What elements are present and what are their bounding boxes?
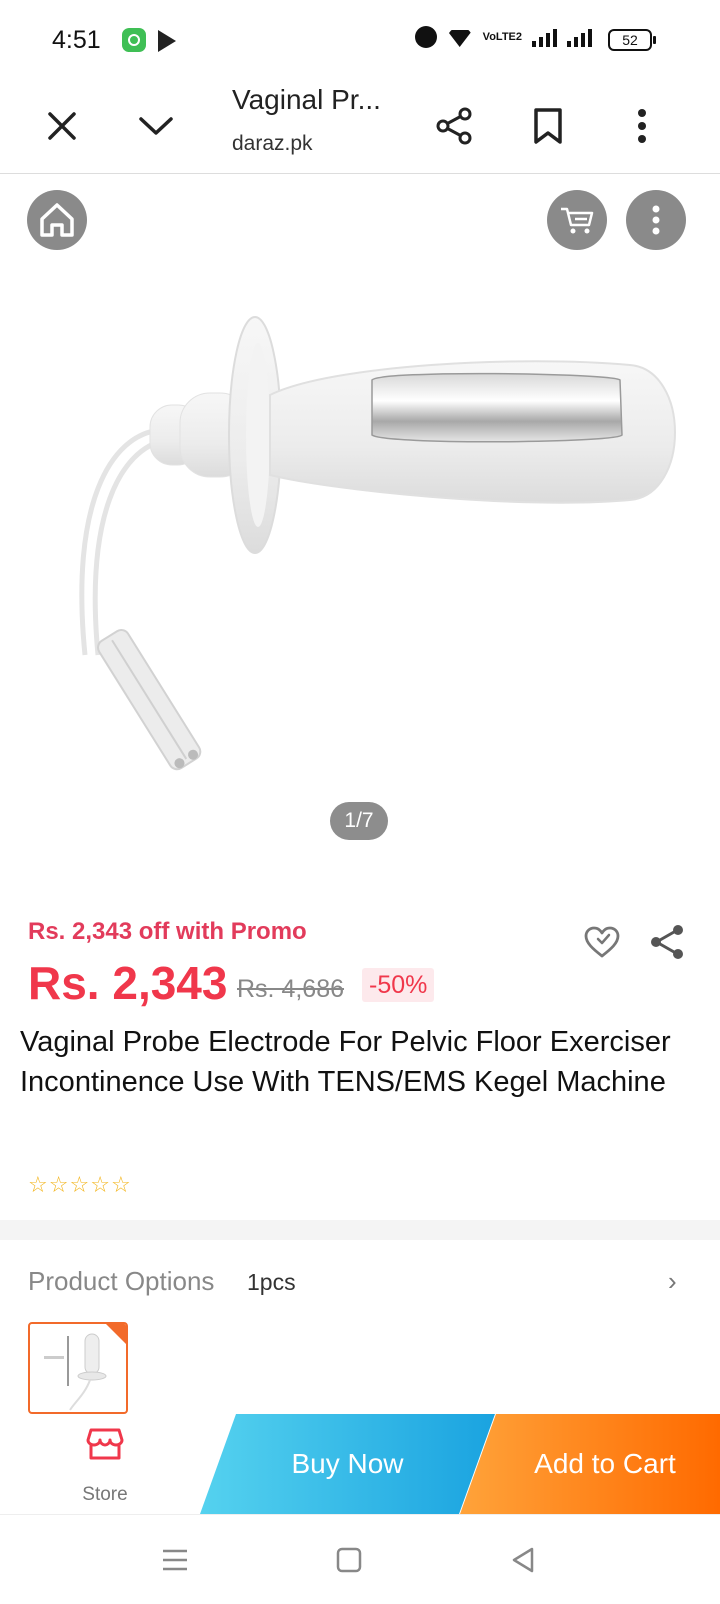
play-store-icon: [158, 30, 176, 52]
option-thumbnail[interactable]: [28, 1322, 128, 1414]
signal-icon-2: [567, 27, 592, 47]
back-icon: [512, 1547, 534, 1573]
store-icon: [86, 1428, 124, 1460]
recent-apps-button[interactable]: [150, 1535, 200, 1585]
store-label: Store: [82, 1484, 128, 1505]
home-button[interactable]: [27, 190, 87, 250]
status-time: 4:51: [52, 26, 101, 54]
alarm-icon: [414, 26, 437, 48]
home-nav-button[interactable]: [324, 1535, 374, 1585]
store-button[interactable]: Store: [70, 1422, 140, 1512]
battery-indicator: 52: [608, 29, 656, 51]
expand-button[interactable]: [128, 98, 184, 154]
rating-stars: ☆ ☆ ☆ ☆ ☆: [28, 1172, 131, 1198]
add-to-cart-button[interactable]: Add to Cart: [460, 1414, 720, 1514]
buy-now-button[interactable]: Buy Now: [200, 1414, 495, 1514]
share-icon: [651, 925, 683, 959]
selected-corner-marker: [106, 1324, 126, 1344]
product-image: [79, 316, 676, 771]
gallery-page-indicator: 1/7: [330, 802, 388, 840]
star-icon: ☆: [110, 1172, 131, 1197]
system-nav-bar: [0, 1514, 720, 1604]
page-title: Vaginal Pr...: [232, 84, 381, 115]
chevron-down-icon: [139, 117, 173, 135]
section-divider: [0, 1220, 720, 1240]
product-image-gallery[interactable]: 1/7: [0, 175, 720, 865]
star-icon: ☆: [90, 1172, 110, 1197]
share-page-button[interactable]: [426, 98, 482, 154]
star-icon: ☆: [48, 1172, 69, 1197]
cart-icon: [561, 207, 594, 234]
close-button[interactable]: [34, 98, 90, 154]
close-icon: [48, 112, 76, 140]
status-bar: 4:51 VoLTE2 52: [0, 0, 720, 80]
chevron-right-icon: ›: [668, 1266, 677, 1296]
browser-toolbar: Vaginal Pr... daraz.pk: [0, 80, 720, 174]
bookmark-button[interactable]: [520, 98, 576, 154]
heart-icon: [584, 926, 620, 958]
current-price: Rs. 2,343: [28, 957, 228, 1009]
discount-badge: -50%: [362, 968, 435, 1002]
options-value: 1pcs: [247, 1269, 296, 1295]
share-product-button[interactable]: [645, 920, 689, 964]
home-icon: [40, 203, 74, 237]
more-vert-icon: [652, 205, 660, 235]
product-options-row[interactable]: Product Options 1pcs ›: [0, 1252, 720, 1316]
bookmark-icon: [534, 108, 562, 144]
wifi-icon: [446, 30, 473, 47]
status-icons: VoLTE2: [414, 26, 592, 48]
menu-icon: [163, 1549, 187, 1571]
wishlist-button[interactable]: [580, 920, 624, 964]
back-nav-button[interactable]: [498, 1535, 548, 1585]
cart-button[interactable]: [547, 190, 607, 250]
share-icon: [436, 107, 472, 145]
promo-text: Rs. 2,343 off with Promo: [28, 918, 307, 945]
options-label: Product Options: [28, 1266, 215, 1296]
original-price: Rs. 4,686: [237, 975, 345, 1003]
star-icon: ☆: [28, 1172, 48, 1197]
bottom-action-bar: Store Buy Now Add to Cart: [0, 1414, 720, 1514]
app-notification-icon: [122, 28, 146, 52]
square-icon: [336, 1547, 362, 1573]
more-options-button[interactable]: [614, 98, 670, 154]
gallery-more-button[interactable]: [626, 190, 686, 250]
signal-icon: [532, 27, 557, 47]
more-vert-icon: [638, 109, 646, 143]
product-title: Vaginal Probe Electrode For Pelvic Floor…: [20, 1026, 671, 1098]
volte-label: VoLTE2: [482, 31, 522, 43]
page-domain: daraz.pk: [232, 132, 313, 155]
star-icon: ☆: [69, 1172, 90, 1197]
